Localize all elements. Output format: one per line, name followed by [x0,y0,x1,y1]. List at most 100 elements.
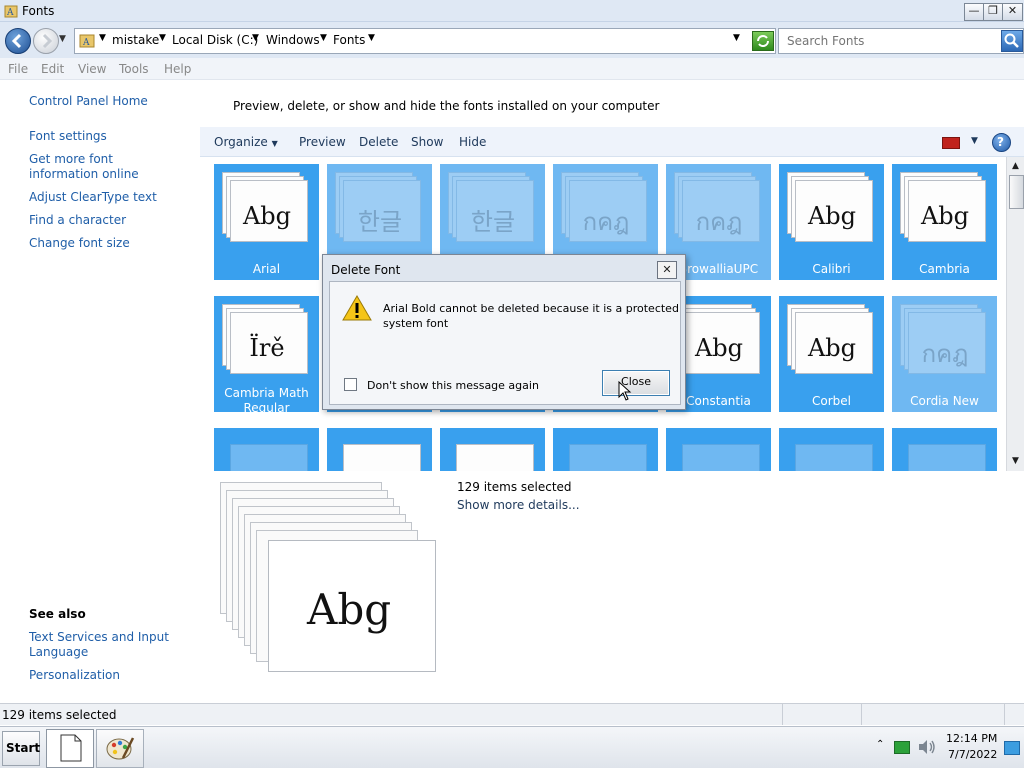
menu-edit[interactable]: Edit [41,62,64,76]
font-sample: Abg [694,334,744,362]
close-button[interactable]: Close [602,370,670,396]
font-file-icon [787,436,877,471]
font-file-icon: 한글 [335,172,425,248]
search-button[interactable] [1001,30,1023,52]
font-tile[interactable]: Abg Calibri [779,164,884,280]
taskbar: Start ⌃ 12:14 PM 7/7/2022 [0,726,1024,768]
show-more-details-link[interactable]: Show more details... [457,498,580,512]
fonts-folder-icon: A [4,5,18,18]
network-icon[interactable] [894,741,910,754]
dialog-title: Delete Font [331,263,401,277]
forward-icon [42,33,53,49]
font-name: Calibri [812,262,851,276]
font-tile[interactable] [892,428,997,471]
address-dropdown-icon[interactable]: ▼ [733,33,740,43]
refresh-button[interactable] [752,31,774,51]
breadcrumb-local-disk[interactable]: Local Disk (C:) [172,33,258,47]
font-sample: 한글 [470,208,516,236]
font-name: Corbel [812,394,851,408]
scroll-down-button[interactable]: ▼ [1008,454,1023,469]
recent-pages-icon[interactable]: ▼ [59,34,66,44]
personalization-link[interactable]: Personalization [29,668,120,683]
menu-view[interactable]: View [78,62,106,76]
dont-show-again-checkbox[interactable] [344,378,357,391]
breadcrumb-mistake[interactable]: mistake [112,33,159,47]
font-tile[interactable] [666,428,771,471]
font-tile[interactable] [327,428,432,471]
menu-tools[interactable]: Tools [119,62,149,76]
forward-button[interactable] [33,28,59,54]
font-sample: Abg [242,202,292,230]
show-hidden-icons-button[interactable]: ⌃ [876,739,884,750]
control-panel-home-link[interactable]: Control Panel Home [29,94,148,109]
menu-file[interactable]: File [8,62,28,76]
show-desktop-button[interactable] [1004,741,1020,755]
font-file-icon [222,436,312,471]
taskbar-explorer-button[interactable] [46,729,94,768]
menu-help[interactable]: Help [164,62,191,76]
view-options-button[interactable] [942,137,960,149]
minimize-button[interactable]: — [964,3,984,21]
help-button[interactable]: ? [992,133,1011,152]
font-tile[interactable]: Abg Corbel [779,296,884,412]
hide-button[interactable]: Hide [459,135,486,149]
close-window-button[interactable]: ✕ [1002,3,1023,21]
breadcrumb-fonts[interactable]: Fonts [333,33,365,47]
find-character-link[interactable]: Find a character [29,213,126,228]
menu-bar: File Edit View Tools Help [0,58,1024,80]
folder-icon: A [79,34,95,48]
cleartype-link[interactable]: Adjust ClearType text [29,190,157,205]
font-tile[interactable] [553,428,658,471]
chevron-icon[interactable]: ▼ [99,33,106,43]
back-button[interactable] [5,28,31,54]
font-tile[interactable] [779,428,884,471]
font-file-icon [674,436,764,471]
font-name: Cambria [919,262,970,276]
vertical-scrollbar[interactable]: ▲ ▼ [1006,157,1024,471]
see-also-heading: See also [29,607,86,621]
maximize-button[interactable]: ❐ [983,3,1003,21]
start-button[interactable]: Start [2,731,40,766]
font-sample: กคฎ [582,208,630,236]
chevron-down-icon[interactable]: ▼ [971,136,978,146]
status-text: 129 items selected [2,708,117,722]
chevron-icon[interactable]: ▼ [320,33,327,43]
font-file-icon [561,436,651,471]
address-bar[interactable]: A ▼ mistake ▼ Local Disk (C:) ▼ Windows … [74,28,776,54]
font-tile[interactable] [440,428,545,471]
font-tile[interactable]: กคฎ Cordia New [892,296,997,412]
chevron-icon[interactable]: ▼ [368,33,375,43]
font-sample: Abg [920,202,970,230]
search-box[interactable] [778,28,1024,54]
font-sample: Abg [807,202,857,230]
volume-icon[interactable] [917,739,937,755]
clock-time[interactable]: 12:14 PM [946,732,997,745]
font-file-icon: กคฎ [900,304,990,380]
more-font-info-link[interactable]: Get more font information online [29,152,179,182]
chevron-icon[interactable]: ▼ [252,33,259,43]
change-font-size-link[interactable]: Change font size [29,236,130,251]
command-bar: Organize ▼ Preview Delete Show Hide ▼ ? [200,127,1024,157]
clock-date[interactable]: 7/7/2022 [948,748,997,761]
text-services-link[interactable]: Text Services and Input Language [29,630,169,660]
font-tile[interactable]: Ïrě Cambria Math Regular [214,296,319,415]
search-icon [1004,33,1019,48]
font-tile[interactable]: Abg Arial [214,164,319,280]
scroll-thumb[interactable] [1009,175,1024,209]
page-description: Preview, delete, or show and hide the fo… [233,99,660,113]
font-settings-link[interactable]: Font settings [29,129,107,144]
font-tile[interactable]: Abg Cambria [892,164,997,280]
organize-button[interactable]: Organize ▼ [214,135,278,149]
font-file-icon: Ïrě [222,304,312,380]
breadcrumb-windows[interactable]: Windows [266,33,320,47]
chevron-icon[interactable]: ▼ [159,33,166,43]
delete-button[interactable]: Delete [359,135,398,149]
scroll-up-button[interactable]: ▲ [1008,159,1023,174]
preview-button[interactable]: Preview [299,135,346,149]
taskbar-paint-button[interactable] [96,729,144,768]
show-button[interactable]: Show [411,135,443,149]
dialog-close-button[interactable]: ✕ [657,261,677,279]
search-input[interactable] [785,32,999,50]
font-tile[interactable] [214,428,319,471]
selection-count: 129 items selected [457,480,572,494]
